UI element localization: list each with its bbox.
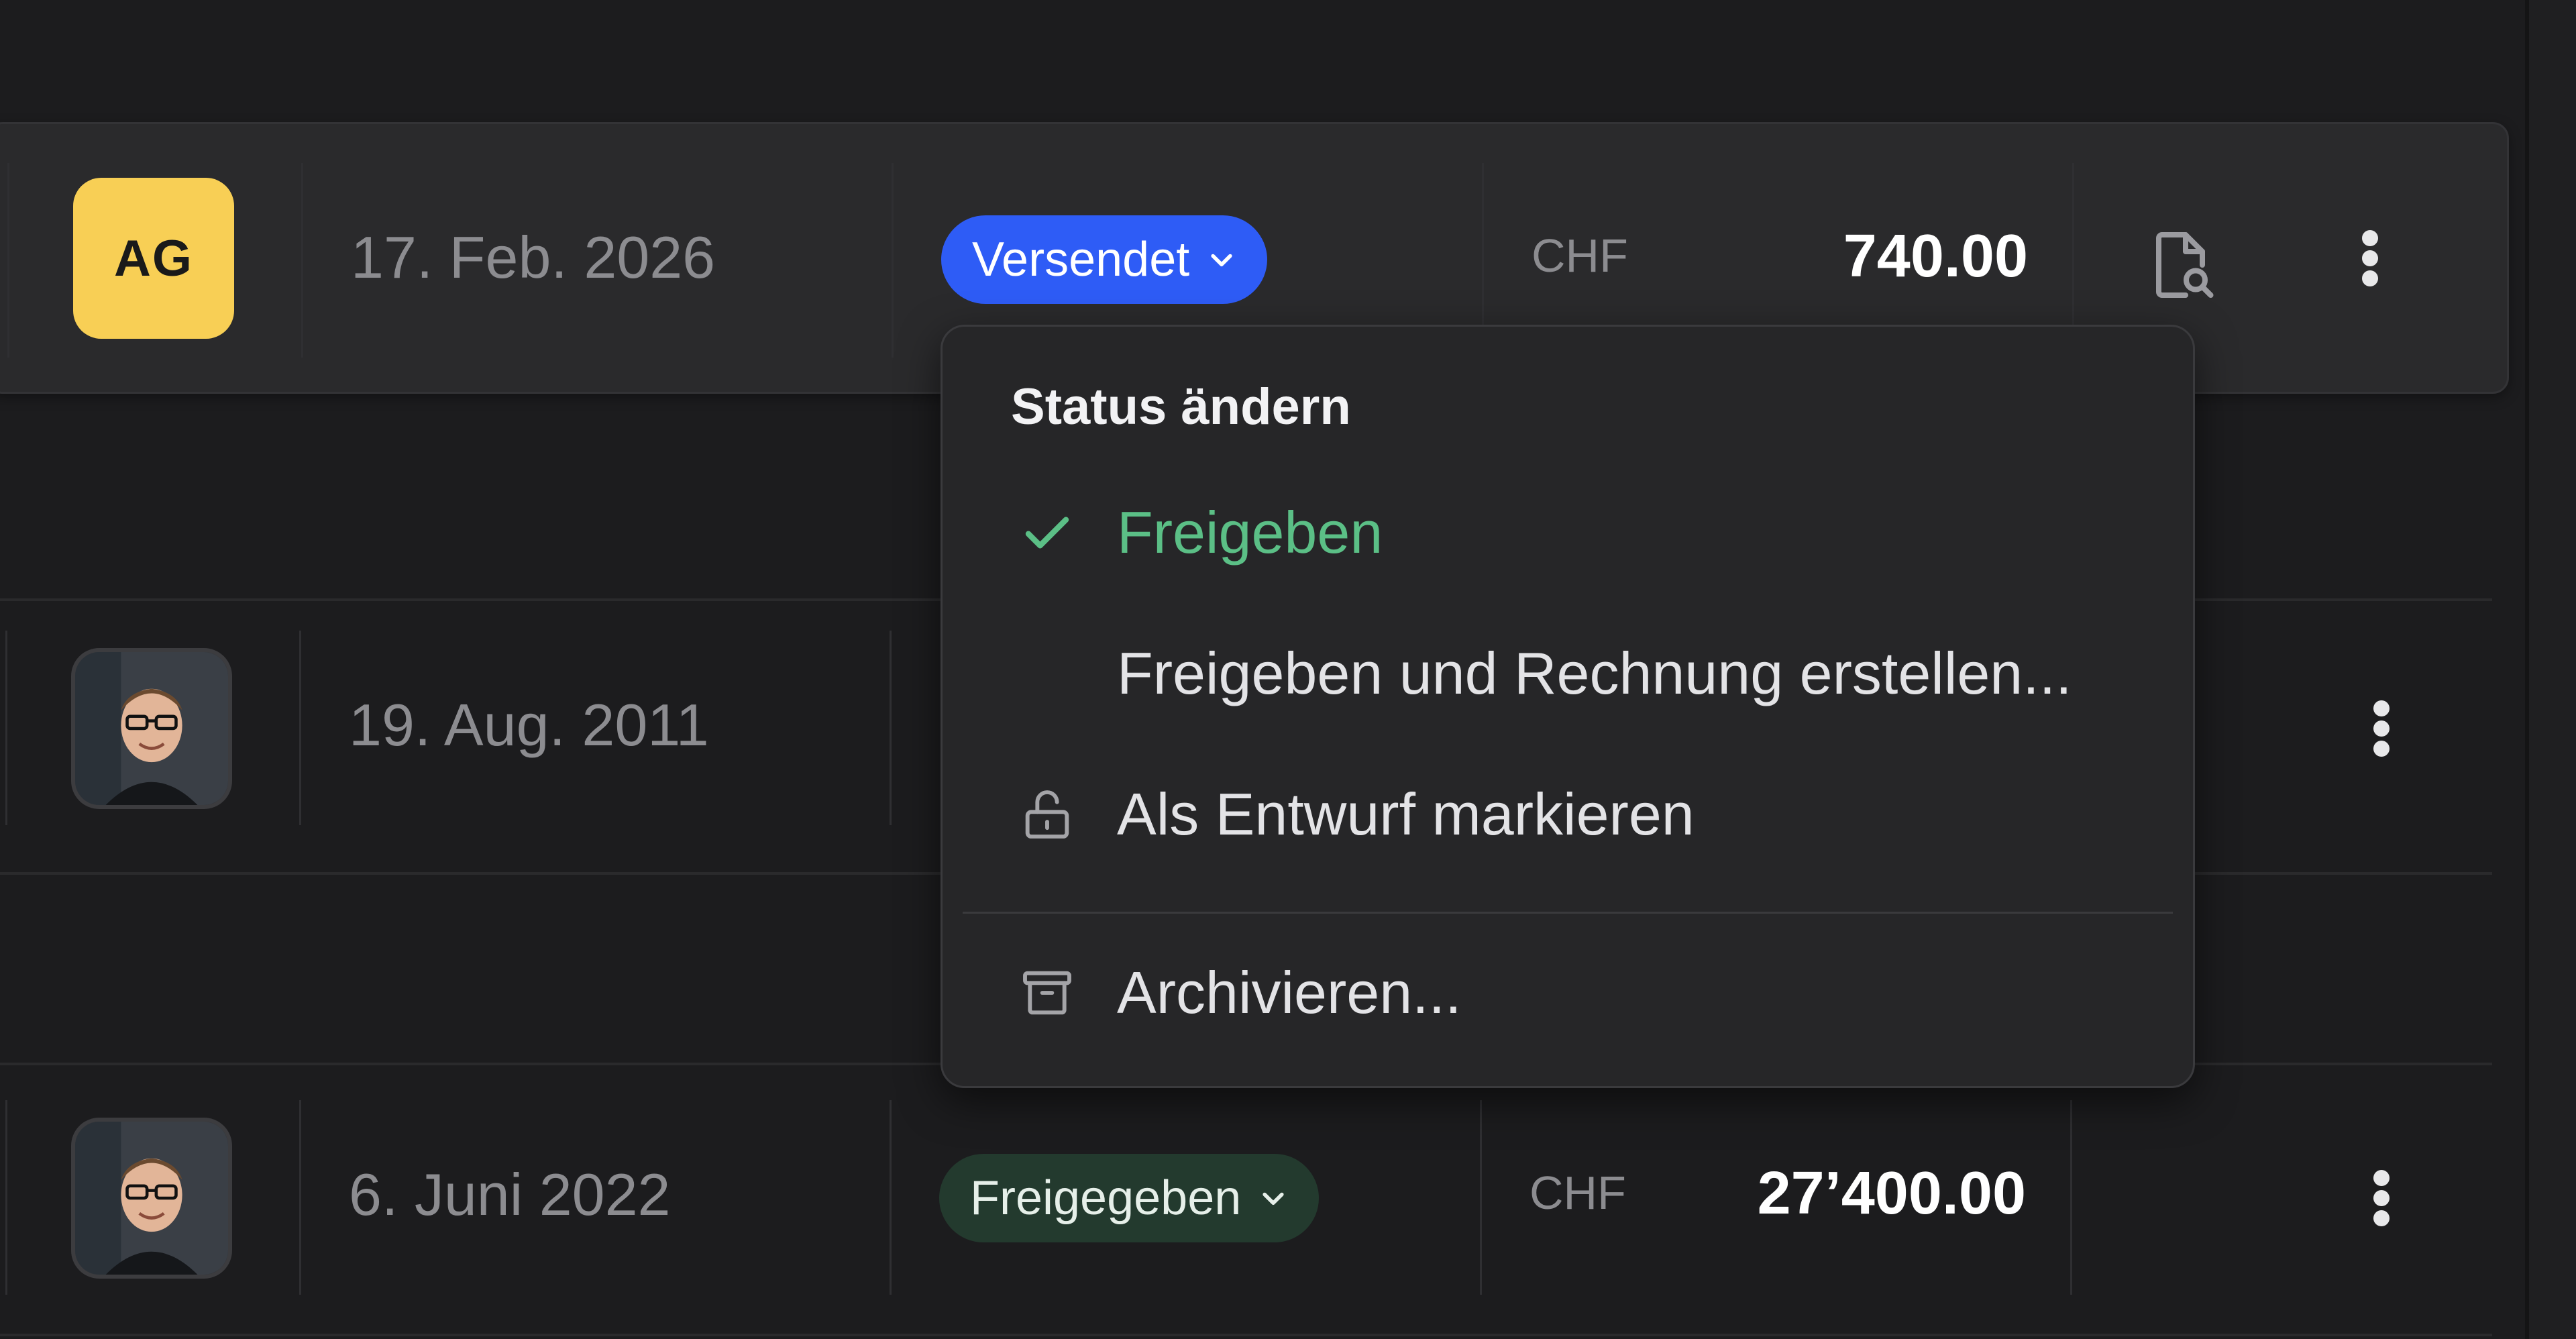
currency-label: CHF bbox=[1532, 229, 1628, 282]
column-divider bbox=[892, 163, 894, 358]
chevron-down-icon bbox=[1207, 245, 1236, 274]
column-divider bbox=[5, 631, 7, 825]
status-menu: Status ändern Freigeben Freigeben und Re… bbox=[941, 325, 2195, 1088]
side-panel-edge bbox=[2529, 0, 2576, 1339]
row-divider bbox=[0, 1334, 2492, 1336]
amount-value: 740.00 bbox=[1843, 223, 2028, 290]
chevron-down-icon bbox=[1258, 1183, 1288, 1213]
column-divider bbox=[2070, 1100, 2072, 1295]
unlock-icon bbox=[1015, 782, 1079, 847]
row-date: 6. Juni 2022 bbox=[349, 1161, 671, 1228]
column-divider bbox=[7, 163, 9, 358]
column-divider bbox=[5, 1100, 7, 1295]
status-label: Freigegeben bbox=[970, 1171, 1242, 1225]
avatar: AG bbox=[73, 178, 234, 339]
more-vertical-icon[interactable] bbox=[2341, 688, 2422, 769]
menu-item-entwurf[interactable]: Als Entwurf markieren bbox=[943, 751, 2193, 878]
column-divider bbox=[890, 631, 892, 825]
menu-item-freigeben[interactable]: Freigeben bbox=[943, 469, 2193, 596]
menu-item-label: Archivieren... bbox=[1117, 959, 1462, 1026]
column-divider bbox=[299, 631, 301, 825]
table-row[interactable]: 6. Juni 2022 Freigegeben CHF 27’400.00 bbox=[0, 1100, 2492, 1295]
currency-label: CHF bbox=[1529, 1167, 1626, 1219]
row-date: 17. Feb. 2026 bbox=[351, 224, 716, 290]
avatar bbox=[71, 1118, 232, 1279]
menu-divider bbox=[963, 912, 2173, 914]
column-divider bbox=[1480, 1100, 1482, 1295]
avatar bbox=[71, 648, 232, 809]
column-divider bbox=[301, 163, 303, 358]
amount-value: 27’400.00 bbox=[1757, 1160, 2026, 1227]
avatar-initials: AG bbox=[114, 229, 193, 287]
check-icon bbox=[1015, 500, 1079, 565]
menu-item-label: Als Entwurf markieren bbox=[1117, 781, 1695, 847]
archive-icon bbox=[1015, 961, 1079, 1025]
more-vertical-icon[interactable] bbox=[2330, 218, 2410, 299]
menu-item-label: Freigeben bbox=[1117, 499, 1383, 566]
menu-title: Status ändern bbox=[1011, 378, 1351, 435]
status-dropdown-button[interactable]: Versendet bbox=[941, 215, 1268, 304]
menu-item-freigeben-rechnung[interactable]: Freigeben und Rechnung erstellen... bbox=[943, 610, 2193, 737]
menu-item-archivieren[interactable]: Archivieren... bbox=[943, 929, 2193, 1057]
document-search-icon[interactable] bbox=[2135, 218, 2229, 312]
column-divider bbox=[890, 1100, 892, 1295]
menu-item-label: Freigeben und Rechnung erstellen... bbox=[1117, 640, 2072, 706]
column-divider bbox=[299, 1100, 301, 1295]
more-vertical-icon[interactable] bbox=[2341, 1158, 2422, 1238]
status-dropdown-button[interactable]: Freigegeben bbox=[939, 1154, 1320, 1242]
status-label: Versendet bbox=[972, 233, 1190, 286]
row-date: 19. Aug. 2011 bbox=[349, 692, 709, 758]
